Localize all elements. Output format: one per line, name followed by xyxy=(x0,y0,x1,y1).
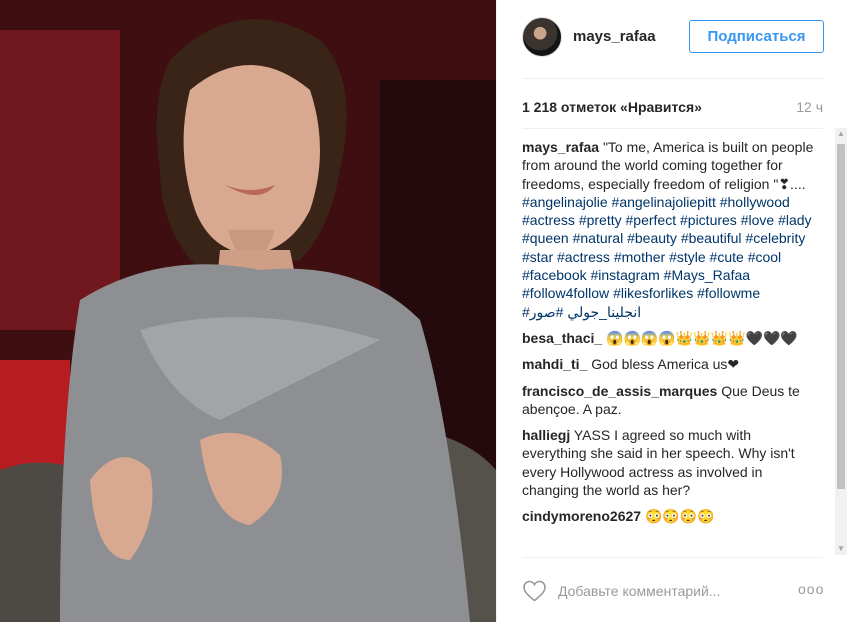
photo-illustration xyxy=(0,0,496,622)
hashtag-link[interactable]: #follow4follow xyxy=(522,285,609,301)
comment-input[interactable] xyxy=(558,580,778,602)
comment-text: 😱😱😱😱👑👑👑👑🖤🖤🖤 xyxy=(606,329,798,346)
header-divider xyxy=(522,78,823,79)
comment-entries: besa_thaci_ 😱😱😱😱👑👑👑👑🖤🖤🖤 mahdi_ti_ God ble… xyxy=(522,329,814,526)
comment-username[interactable]: halliegj xyxy=(522,427,570,443)
hashtag-link[interactable]: #style xyxy=(669,249,706,265)
hashtag-link[interactable]: #صور xyxy=(530,304,564,320)
like-count[interactable]: 1 218 отметок «Нравится» xyxy=(522,99,702,115)
post-header: mays_rafaa Подписаться xyxy=(497,0,847,78)
avatar[interactable] xyxy=(522,17,562,57)
hashtag-link[interactable]: #natural xyxy=(573,230,624,246)
caption: mays_rafaa "To me, America is built on p… xyxy=(522,138,814,321)
scroll-up-arrow-icon[interactable]: ▲ xyxy=(835,128,847,140)
comment-item: besa_thaci_ 😱😱😱😱👑👑👑👑🖤🖤🖤 xyxy=(522,329,814,347)
comment-text: 😳😳😳😳 xyxy=(644,508,715,525)
comment-item: halliegj YASS I agreed so much with ever… xyxy=(522,426,814,499)
hashtag-link[interactable]: #perfect xyxy=(626,212,677,228)
hashtag-link[interactable]: #followme xyxy=(697,285,760,301)
hashtag-link[interactable]: #pretty xyxy=(579,212,622,228)
post-photo xyxy=(0,0,496,622)
post-username[interactable]: mays_rafaa xyxy=(573,28,656,45)
hashtag-link[interactable]: #instagram xyxy=(591,267,660,283)
hashtag-link[interactable]: #hollywood xyxy=(720,194,790,210)
scrollbar-thumb[interactable] xyxy=(837,144,845,489)
likes-divider xyxy=(522,128,823,129)
hashtag-link[interactable]: #love xyxy=(741,212,774,228)
hashtag-link[interactable]: #beautiful xyxy=(681,230,742,246)
scroll-down-arrow-icon[interactable]: ▼ xyxy=(835,543,847,555)
hashtag-link[interactable]: #Mays_Rafaa xyxy=(664,267,750,283)
comment-item: francisco_de_assis_marques Que Deus te a… xyxy=(522,382,814,419)
hashtag-link[interactable]: #cute xyxy=(710,249,744,265)
hashtag-link[interactable]: #likesforlikes xyxy=(613,285,693,301)
hashtag-link[interactable]: #celebrity xyxy=(745,230,805,246)
hashtag-link[interactable]: #pictures xyxy=(680,212,737,228)
hashtag-link[interactable]: #beauty xyxy=(627,230,677,246)
hashtag-link[interactable]: #actress xyxy=(557,249,610,265)
comments-scrollbar[interactable]: ▲ ▼ xyxy=(835,128,847,555)
comment-form: ooo xyxy=(522,574,824,608)
hashtag-link[interactable]: #facebook xyxy=(522,267,587,283)
comment-username[interactable]: mahdi_ti_ xyxy=(522,356,587,372)
comment-item: mahdi_ti_ God bless America us❤ xyxy=(522,355,814,373)
comment-username[interactable]: francisco_de_assis_marques xyxy=(522,383,717,399)
hashtag-link[interactable]: #actress xyxy=(522,212,575,228)
hashtag-link[interactable]: #cool xyxy=(748,249,781,265)
more-options-icon[interactable]: ooo xyxy=(798,581,824,597)
caption-hashtags: #angelinajolie #angelinajoliepitt #holly… xyxy=(522,194,812,320)
comments-list[interactable]: mays_rafaa "To me, America is built on p… xyxy=(522,138,814,556)
comment-username[interactable]: besa_thaci_ xyxy=(522,330,602,346)
comment-username[interactable]: cindymoreno2627 xyxy=(522,508,641,524)
post-timestamp[interactable]: 12 ч xyxy=(796,99,823,115)
comment-item: cindymoreno2627 😳😳😳😳 xyxy=(522,507,814,525)
hashtag-link[interactable]: #angelinajolie xyxy=(522,194,608,210)
comment-text: God bless America us❤ xyxy=(591,356,740,373)
caption-username[interactable]: mays_rafaa xyxy=(522,139,599,155)
hashtag-link[interactable]: #lady xyxy=(778,212,811,228)
hashtag-link[interactable]: #star xyxy=(522,249,553,265)
heart-icon[interactable] xyxy=(522,580,547,602)
hashtag-link[interactable]: #angelinajoliepitt xyxy=(612,194,716,210)
post-panel: mays_rafaa Подписаться 1 218 отметок «Нр… xyxy=(496,0,847,622)
hashtag-link[interactable]: #mother xyxy=(614,249,665,265)
footer-divider xyxy=(522,557,823,558)
follow-button[interactable]: Подписаться xyxy=(689,20,824,53)
hashtag-link[interactable]: #queen xyxy=(522,230,569,246)
